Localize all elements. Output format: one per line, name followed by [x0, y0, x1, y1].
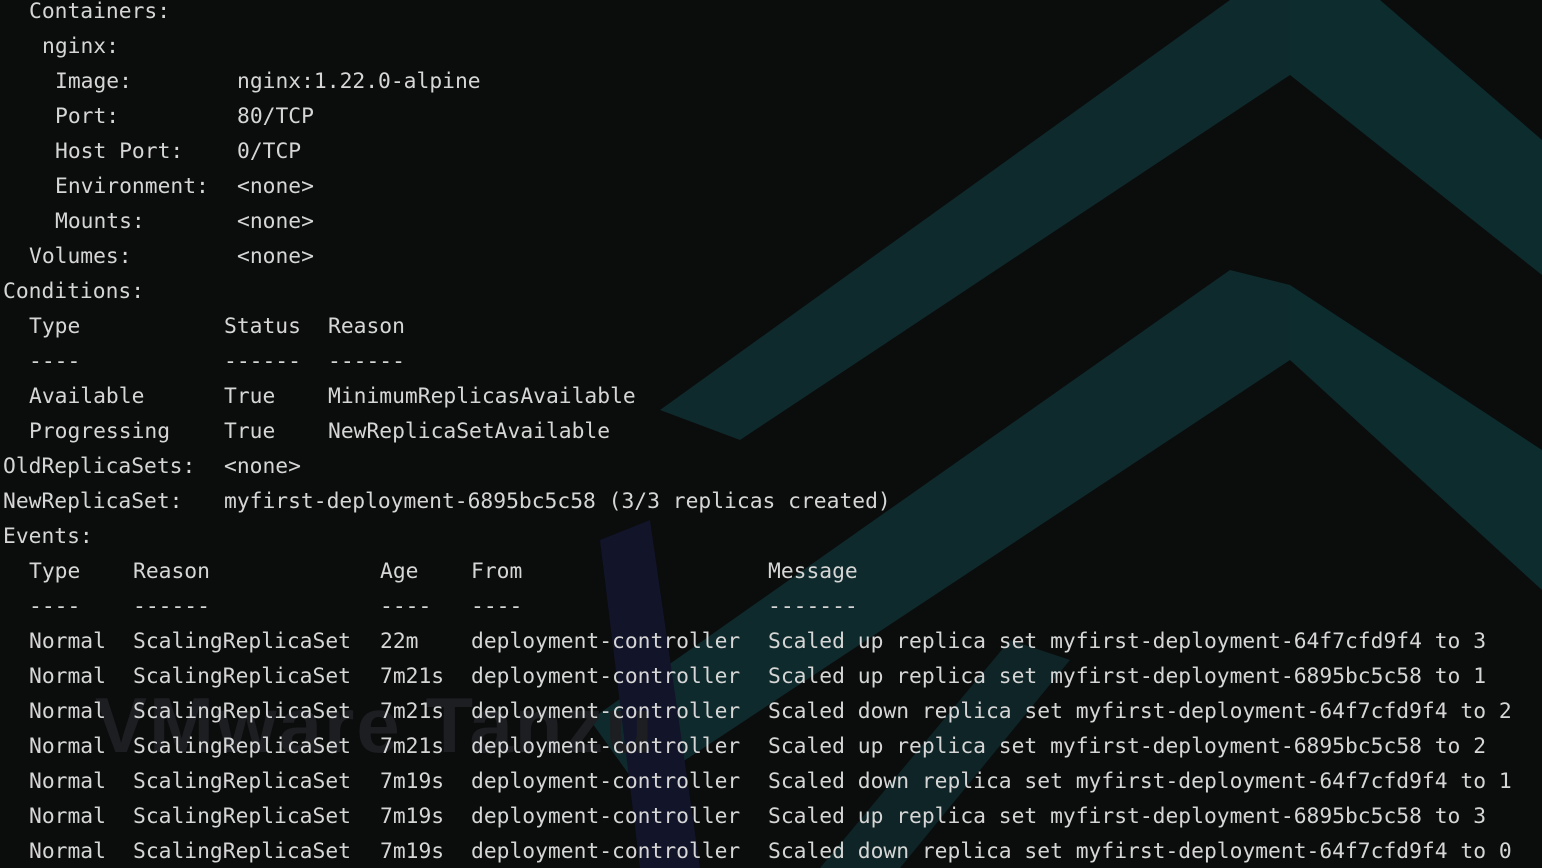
event-message: Scaled up replica set myfirst-deployment… — [768, 629, 1487, 654]
event-type: Normal — [29, 629, 106, 654]
events-heading: Events: — [3, 524, 93, 549]
events-header-age: Age — [380, 559, 419, 584]
events-header-message: Message — [768, 559, 858, 584]
events-header-type: Type — [29, 559, 81, 584]
event-age: 7m21s — [380, 734, 445, 759]
event-age: 7m19s — [380, 804, 445, 829]
events-underline-from: ---- — [471, 594, 523, 619]
mounts-value: <none> — [237, 209, 314, 234]
event-type: Normal — [29, 839, 106, 864]
old-replicasets-value: <none> — [224, 454, 301, 479]
new-replicaset-label: NewReplicaSet: — [3, 489, 183, 514]
event-type: Normal — [29, 699, 106, 724]
condition-reason: MinimumReplicasAvailable — [328, 384, 636, 409]
event-message: Scaled up replica set myfirst-deployment… — [768, 734, 1487, 759]
container-name: nginx: — [42, 34, 119, 59]
conditions-heading: Conditions: — [3, 279, 145, 304]
conditions-underline-status: ------ — [224, 349, 301, 374]
event-age: 22m — [380, 629, 419, 654]
host-port-label: Host Port: — [55, 139, 184, 164]
event-from: deployment-controller — [471, 769, 741, 794]
event-age: 7m21s — [380, 664, 445, 689]
image-label: Image: — [55, 69, 132, 94]
conditions-header-type: Type — [29, 314, 81, 339]
host-port-value: 0/TCP — [237, 139, 302, 164]
event-age: 7m19s — [380, 769, 445, 794]
event-reason: ScalingReplicaSet — [133, 629, 351, 654]
event-message: Scaled down replica set myfirst-deployme… — [768, 699, 1512, 724]
condition-type: Progressing — [29, 419, 171, 444]
event-from: deployment-controller — [471, 839, 741, 864]
event-type: Normal — [29, 804, 106, 829]
event-from: deployment-controller — [471, 629, 741, 654]
events-underline-reason: ------ — [133, 594, 210, 619]
containers-heading: Containers: — [29, 0, 171, 24]
condition-type: Available — [29, 384, 145, 409]
event-reason: ScalingReplicaSet — [133, 699, 351, 724]
event-message: Scaled up replica set myfirst-deployment… — [768, 664, 1487, 689]
volumes-value: <none> — [237, 244, 314, 269]
conditions-header-status: Status — [224, 314, 301, 339]
event-type: Normal — [29, 664, 106, 689]
terminal-window[interactable]: VMware Tanzu Containers: nginx: Image: n… — [0, 0, 1542, 868]
conditions-underline-type: ---- — [29, 349, 81, 374]
event-type: Normal — [29, 734, 106, 759]
events-header-reason: Reason — [133, 559, 210, 584]
event-message: Scaled down replica set myfirst-deployme… — [768, 839, 1512, 864]
event-message: Scaled up replica set myfirst-deployment… — [768, 804, 1487, 829]
port-label: Port: — [55, 104, 120, 129]
environment-label: Environment: — [55, 174, 209, 199]
conditions-underline-reason: ------ — [328, 349, 405, 374]
event-message: Scaled down replica set myfirst-deployme… — [768, 769, 1512, 794]
condition-reason: NewReplicaSetAvailable — [328, 419, 611, 444]
new-replicaset-value: myfirst-deployment-6895bc5c58 (3/3 repli… — [224, 489, 891, 514]
event-age: 7m21s — [380, 699, 445, 724]
condition-status: True — [224, 419, 276, 444]
volumes-label: Volumes: — [29, 244, 132, 269]
event-from: deployment-controller — [471, 699, 741, 724]
events-underline-type: ---- — [29, 594, 81, 619]
event-type: Normal — [29, 769, 106, 794]
events-underline-message: ------- — [768, 594, 858, 619]
event-age: 7m19s — [380, 839, 445, 864]
events-underline-age: ---- — [380, 594, 432, 619]
environment-value: <none> — [237, 174, 314, 199]
conditions-header-reason: Reason — [328, 314, 405, 339]
event-reason: ScalingReplicaSet — [133, 839, 351, 864]
event-reason: ScalingReplicaSet — [133, 734, 351, 759]
port-value: 80/TCP — [237, 104, 314, 129]
event-from: deployment-controller — [471, 804, 741, 829]
event-from: deployment-controller — [471, 734, 741, 759]
event-reason: ScalingReplicaSet — [133, 804, 351, 829]
event-reason: ScalingReplicaSet — [133, 769, 351, 794]
mounts-label: Mounts: — [55, 209, 145, 234]
events-header-from: From — [471, 559, 523, 584]
condition-status: True — [224, 384, 276, 409]
old-replicasets-label: OldReplicaSets: — [3, 454, 196, 479]
event-from: deployment-controller — [471, 664, 741, 689]
event-reason: ScalingReplicaSet — [133, 664, 351, 689]
image-value: nginx:1.22.0-alpine — [237, 69, 481, 94]
